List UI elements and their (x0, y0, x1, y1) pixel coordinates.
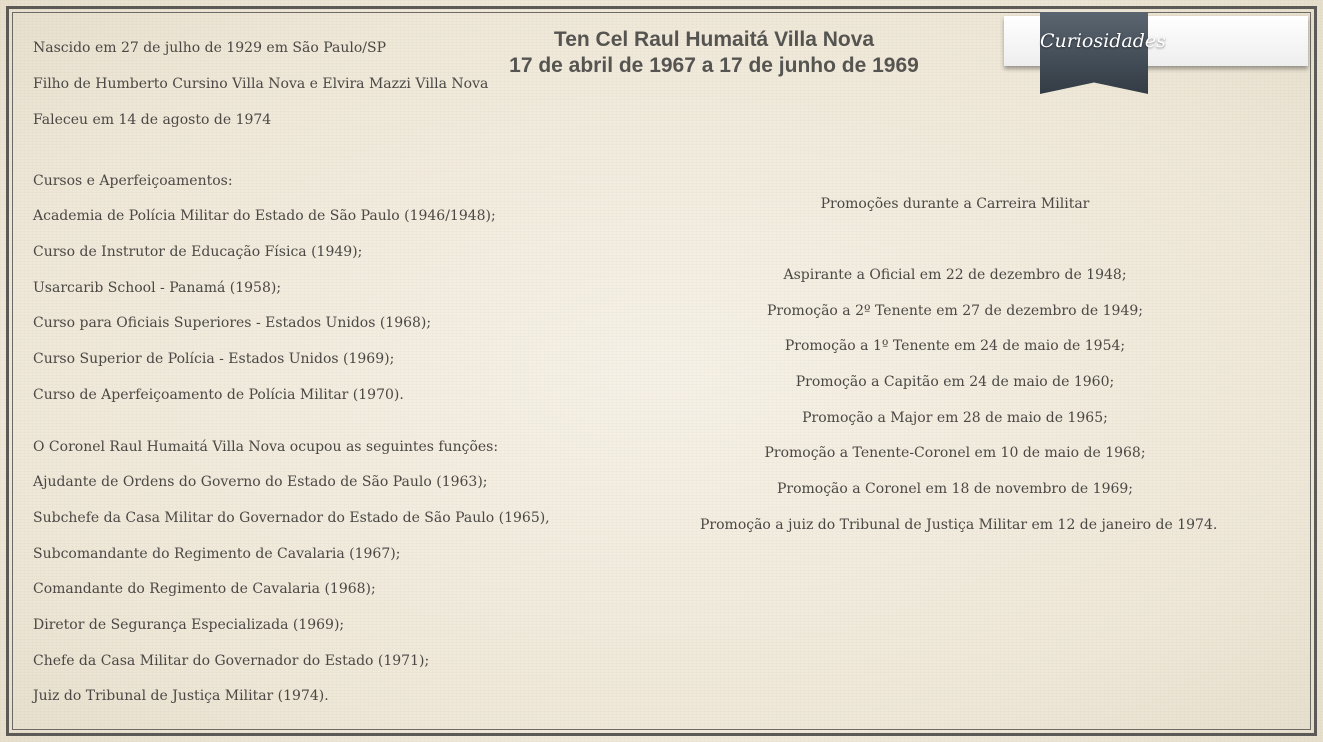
promotion-item: Promoção a Tenente-Coronel em 10 de maio… (764, 445, 1146, 461)
bio-parents: Filho de Humberto Cursino Villa Nova e E… (33, 76, 489, 92)
course-item: Curso de Instrutor de Educação Física (1… (33, 244, 363, 260)
course-item: Curso de Aperfeiçoamento de Polícia Mili… (33, 387, 404, 403)
promotion-item: Promoção a Capitão em 24 de maio de 1960… (795, 374, 1115, 390)
courses-heading: Cursos e Aperfeiçoamentos: (33, 173, 233, 189)
function-item: Comandante do Regimento de Cavalaria (19… (33, 581, 376, 597)
page-subtitle: 17 de abril de 1967 a 17 de junho de 196… (509, 54, 919, 77)
function-item: Diretor de Segurança Especializada (1969… (33, 617, 345, 633)
function-item: Subchefe da Casa Militar do Governador d… (33, 510, 550, 526)
promotion-item: Promoção a Major em 28 de maio de 1965; (802, 410, 1108, 426)
function-item: Juiz do Tribunal de Justiça Militar (197… (33, 688, 329, 704)
functions-heading: O Coronel Raul Humaitá Villa Nova ocupou… (33, 439, 499, 455)
promotions-heading: Promoções durante a Carreira Militar (820, 196, 1090, 212)
course-item: Curso Superior de Polícia - Estados Unid… (33, 351, 395, 367)
course-item: Academia de Polícia Militar do Estado de… (33, 208, 496, 224)
promotion-item: Promoção a 1º Tenente em 24 de maio de 1… (784, 338, 1126, 354)
promotion-item: Promoção a Coronel em 18 de novembro de … (776, 481, 1134, 497)
course-item: Usarcarib School - Panamá (1958); (33, 280, 282, 296)
bio-death: Faleceu em 14 de agosto de 1974 (33, 112, 272, 128)
function-item: Ajudante de Ordens do Governo do Estado … (33, 474, 488, 490)
promotion-item: Promoção a juiz do Tribunal de Justiça M… (700, 517, 1218, 533)
page-title: Ten Cel Raul Humaitá Villa Nova (553, 28, 875, 51)
promotion-item: Promoção a 2º Tenente em 27 de dezembro … (767, 303, 1143, 319)
promotion-item: Aspirante a Oficial em 22 de dezembro de… (783, 267, 1127, 283)
curiosidades-ribbon-label[interactable]: Curiosidades (1040, 28, 1166, 54)
function-item: Chefe da Casa Militar do Governador do E… (33, 653, 430, 669)
function-item: Subcomandante do Regimento de Cavalaria … (33, 546, 401, 562)
bio-birth: Nascido em 27 de julho de 1929 em São Pa… (33, 40, 387, 56)
course-item: Curso para Oficiais Superiores - Estados… (33, 315, 432, 331)
